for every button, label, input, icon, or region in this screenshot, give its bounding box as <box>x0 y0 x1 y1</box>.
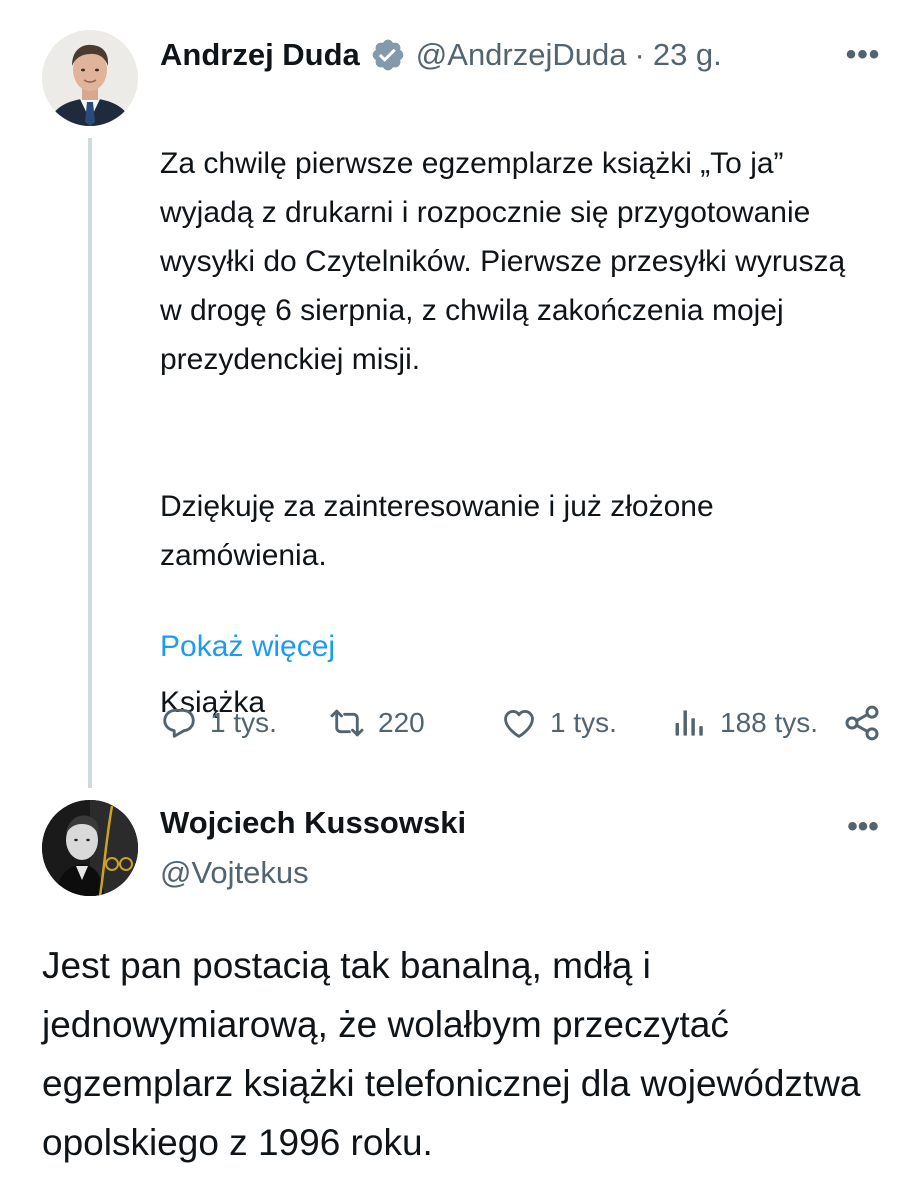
more-options-icon[interactable]: ••• <box>842 40 884 70</box>
author-handle[interactable]: @AndrzejDuda <box>416 37 627 73</box>
reply-author-avatar[interactable] <box>42 800 138 896</box>
reply-button[interactable]: 1 tys. <box>160 698 277 748</box>
tweet[interactable]: Andrzej Duda @AndrzejDuda · 23 g. ••• Za… <box>0 0 924 790</box>
avatar-portrait <box>42 800 138 896</box>
share-button[interactable] <box>842 698 882 748</box>
tweet-timestamp[interactable]: 23 g. <box>653 37 722 73</box>
author-avatar[interactable] <box>42 30 138 126</box>
like-count: 1 tys. <box>550 707 617 738</box>
reply-author-name[interactable]: Wojciech Kussowski <box>160 800 466 846</box>
repost-count: 220 <box>378 707 425 738</box>
show-more-link[interactable]: Pokaż więcej <box>160 622 335 671</box>
like-button[interactable]: 1 tys. <box>500 698 617 748</box>
repost-button[interactable]: 220 <box>328 698 425 748</box>
header-separator: · <box>634 37 645 72</box>
reply-more-options-icon[interactable]: ••• <box>842 812 884 842</box>
thread-connector-line <box>88 138 92 788</box>
tweet-action-bar: 1 tys. 220 1 tys. 188 tys. <box>160 698 884 748</box>
tweet-text: Za chwilę pierwsze egzemplarze książki „… <box>160 90 860 776</box>
author-name[interactable]: Andrzej Duda <box>160 37 360 73</box>
reply-count: 1 tys. <box>210 707 277 738</box>
views-icon <box>675 710 703 736</box>
avatar-portrait <box>42 30 138 126</box>
share-icon <box>845 705 879 741</box>
tweet-header: Andrzej Duda @AndrzejDuda · 23 g. <box>160 30 722 80</box>
views-count: 188 tys. <box>720 707 819 738</box>
views-button[interactable]: 188 tys. <box>670 698 818 748</box>
reply-icon <box>163 708 195 738</box>
verified-badge-icon[interactable] <box>370 37 406 73</box>
tweet-paragraph: Za chwilę pierwsze egzemplarze książki „… <box>160 147 846 376</box>
reply-text: Jest pan postacią tak banalną, mdłą i je… <box>42 945 861 1163</box>
heart-icon <box>504 710 534 738</box>
tweet-paragraph: Dziękuję za zainteresowanie i już złożon… <box>160 490 714 572</box>
repost-icon <box>330 709 364 737</box>
reply-author-handle[interactable]: @Vojtekus <box>160 850 309 896</box>
